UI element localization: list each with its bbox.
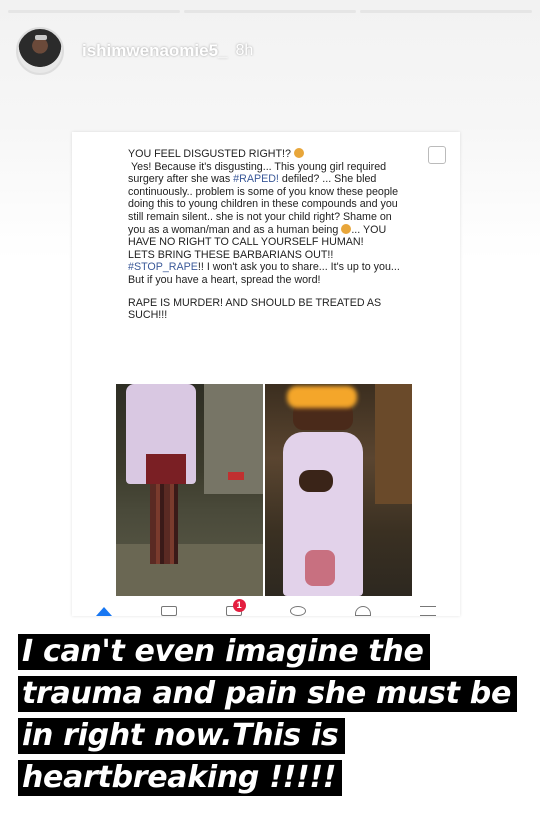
hashtag-stop-rape[interactable]: #STOP_RAPE (128, 261, 198, 273)
story-header: ishimwenaomie5_ 8h (16, 26, 253, 76)
post-text: YOU FEEL DISGUSTED RIGHT!? Yes! Because … (128, 148, 408, 322)
checkbox-icon (428, 146, 446, 164)
hashtag-raped[interactable]: #RAPED! (233, 173, 279, 185)
marketplace-icon: 1 (225, 599, 246, 616)
caption-line: heartbreaking !!!!! (18, 760, 343, 796)
fb-bottom-nav: 1 (72, 599, 460, 616)
bell-icon (354, 606, 371, 616)
menu-icon (419, 606, 436, 616)
story-caption: I can't even imagine the trauma and pain… (18, 634, 538, 802)
progress-segment (184, 10, 356, 13)
caption-line: I can't even imagine the (18, 634, 430, 670)
post-line: YOU FEEL DISGUSTED RIGHT!? (128, 148, 291, 160)
post-line: LETS BRING THESE BARBARIANS OUT!! (128, 248, 334, 261)
caption-line: trauma and pain she must be (18, 676, 517, 712)
story-progress-bar (8, 10, 532, 13)
post-time: 8h (235, 42, 254, 59)
post-photos (116, 384, 412, 596)
shared-screenshot: YOU FEEL DISGUSTED RIGHT!? Yes! Because … (72, 132, 460, 616)
photo-left (116, 384, 263, 596)
crown-icon (35, 35, 47, 40)
progress-segment (8, 10, 180, 13)
censor-blur (287, 386, 357, 408)
photo-right (265, 384, 412, 596)
username[interactable]: ishimwenaomie5_ (82, 41, 228, 61)
progress-segment (360, 10, 532, 13)
home-icon (96, 607, 113, 616)
sad-emoji-icon (293, 148, 304, 158)
groups-icon (290, 606, 307, 616)
avatar[interactable] (16, 27, 64, 75)
story-view[interactable]: ishimwenaomie5_ 8h YOU FEEL DISGUSTED RI… (0, 0, 540, 819)
caption-line: in right now.This is (18, 718, 345, 754)
notification-badge: 1 (232, 599, 246, 612)
angry-emoji-icon (341, 223, 352, 234)
post-line: RAPE IS MURDER! AND SHOULD BE TREATED AS… (128, 296, 382, 322)
video-icon (160, 606, 177, 616)
